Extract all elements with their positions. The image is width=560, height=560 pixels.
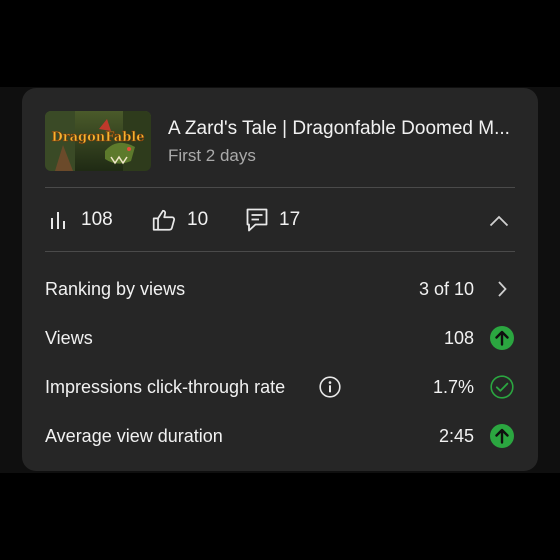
- ranking-chevron: [490, 277, 514, 301]
- video-title[interactable]: A Zard's Tale | Dragonfable Doomed M...: [168, 118, 514, 140]
- arrow-up-icon: [490, 424, 514, 448]
- avd-row: Average view duration 2:45: [22, 414, 538, 458]
- ctr-info-button[interactable]: [319, 376, 341, 398]
- dragonfable-thumbnail: DragonFable: [45, 111, 151, 171]
- avd-trend: [490, 424, 514, 448]
- arrow-up-icon: [490, 326, 514, 350]
- thumbnail-logo-text: DragonFable: [52, 130, 145, 145]
- info-icon: [319, 376, 341, 398]
- stats-row: 108 10 17: [22, 188, 538, 252]
- views-label: Views: [45, 328, 93, 348]
- thumbs-up-icon: [152, 209, 176, 231]
- views-stat: 108: [49, 188, 113, 252]
- ranking-label: Ranking by views: [45, 279, 186, 299]
- comments-stat: 17: [245, 188, 300, 252]
- views-trend: [490, 326, 514, 350]
- ctr-status: [490, 375, 514, 399]
- ranking-row[interactable]: Ranking by views 3 of 10: [22, 267, 538, 311]
- comments-count: 17: [279, 209, 301, 230]
- views-row: Views 108: [22, 316, 538, 360]
- views-count: 108: [81, 209, 113, 230]
- ctr-value: 1.7%: [432, 377, 474, 397]
- video-thumbnail[interactable]: DragonFable: [45, 111, 151, 171]
- collapse-button[interactable]: [484, 206, 514, 236]
- video-header[interactable]: DragonFable A Zard's Tale | Dragonfable …: [22, 88, 538, 188]
- ctr-label: Impressions click-through rate: [45, 377, 286, 397]
- check-circle-icon: [490, 375, 514, 399]
- video-period: First 2 days: [168, 146, 256, 165]
- divider: [45, 251, 515, 252]
- likes-count: 10: [187, 209, 209, 230]
- views-value: 108: [443, 328, 474, 348]
- bar-chart-icon: [51, 212, 65, 229]
- likes-stat: 10: [151, 188, 208, 252]
- avd-value: 2:45: [438, 426, 474, 446]
- chevron-right-icon: [498, 281, 507, 297]
- ranking-value: 3 of 10: [418, 279, 474, 299]
- comment-icon: [246, 208, 268, 232]
- ctr-row: Impressions click-through rate 1.7%: [22, 365, 538, 409]
- avd-label: Average view duration: [45, 426, 223, 446]
- chevron-up-icon: [489, 215, 509, 227]
- video-stats-card: DragonFable A Zard's Tale | Dragonfable …: [22, 88, 538, 471]
